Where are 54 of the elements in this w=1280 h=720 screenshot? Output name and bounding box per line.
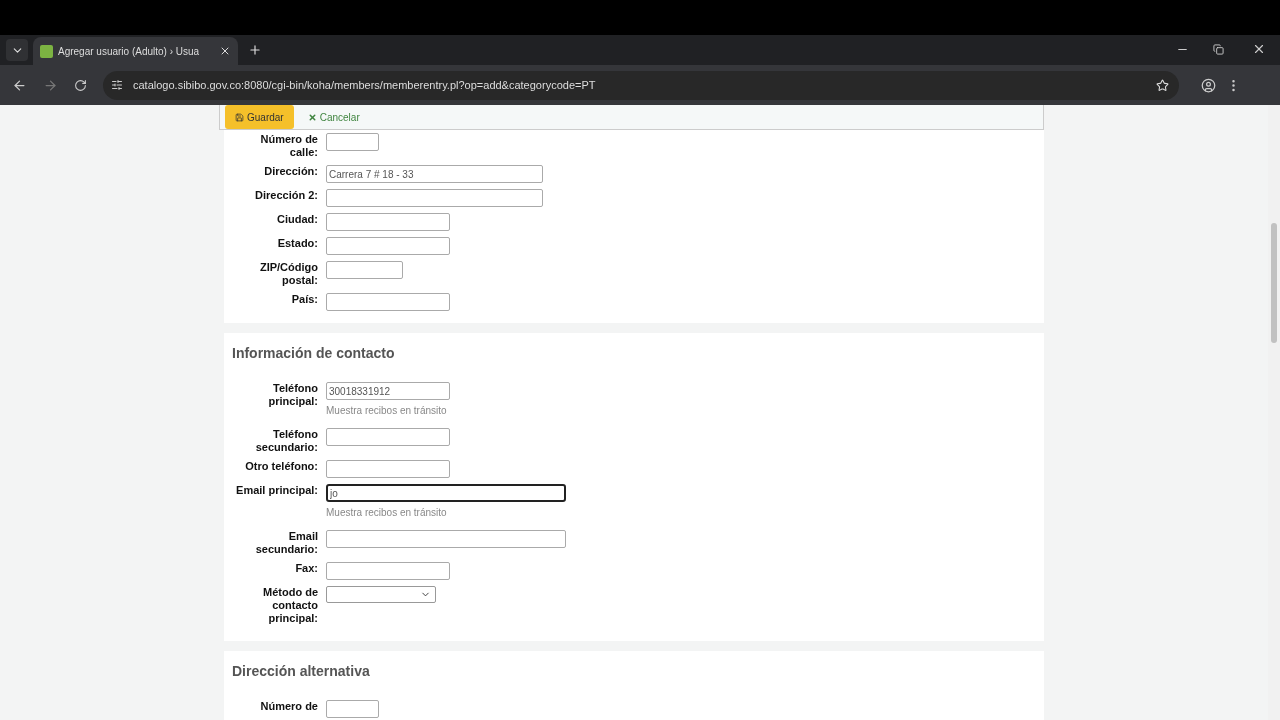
input-field[interactable]: Carrera 7 # 18 - 33 [326,165,543,183]
input-field[interactable]: jo [326,484,566,502]
field-hint: Muestra recibos en tránsito [326,506,448,520]
field-label: Número de calle: [259,133,318,159]
input-field[interactable] [326,261,403,279]
input-field[interactable]: 30018331912 [326,382,450,400]
cancel-icon [307,112,317,122]
field-label: Email principal: [236,484,318,497]
input-field[interactable] [326,700,379,718]
tab-list-button[interactable] [6,39,28,61]
profile-icon[interactable] [1201,77,1216,93]
browser-tab[interactable]: Agregar usuario (Adulto) › Usua [33,37,238,65]
close-icon[interactable] [219,45,231,57]
input-field[interactable] [326,213,450,231]
field-label: Dirección: [264,165,318,178]
field-label: Método de contacto principal: [262,586,318,625]
input-field[interactable] [326,530,566,548]
input-field[interactable] [326,562,450,580]
field-label: Estado: [277,237,318,250]
reload-icon[interactable] [74,78,87,92]
select-dropdown[interactable] [326,586,436,603]
url-text: catalogo.sibibo.gov.co:8080/cgi-bin/koha/members/memberentry.pl?op=add&categorycode=PT [133,77,597,93]
input-field[interactable] [326,189,543,207]
section-title: Dirección alternativa [232,662,371,681]
cancel-link[interactable]: Cancelar [307,109,360,125]
field-label: Dirección 2: [255,189,318,202]
input-field[interactable] [326,460,450,478]
input-field[interactable] [326,428,450,446]
bookmark-star-icon[interactable] [1156,78,1169,92]
field-label: Email secundario: [254,530,318,556]
back-icon[interactable] [12,77,27,93]
input-field[interactable] [326,133,379,151]
field-label: Teléfono secundario: [254,428,318,454]
save-icon [235,112,244,122]
field-label: Ciudad: [277,213,318,226]
field-label: Fax: [295,562,318,575]
site-settings-icon[interactable] [111,79,123,91]
field-label: País: [291,293,318,306]
field-label: ZIP/Código postal: [258,261,318,287]
field-label: Teléfono principal: [267,382,318,408]
site-logo-icon [40,44,53,58]
section-title: Información de contacto [232,344,396,363]
tab-title: Agregar usuario (Adulto) › Usua [58,44,201,59]
save-button[interactable]: Guardar [225,105,294,129]
field-label: Número de [260,700,318,713]
address-bar[interactable]: catalogo.sibibo.gov.co:8080/cgi-bin/koha/members/memberentry.pl?op=add&categorycode=PT [103,70,1179,100]
forward-icon[interactable] [43,77,58,93]
close-window-icon[interactable] [1252,42,1266,56]
restore-icon[interactable] [1213,44,1224,55]
new-tab-icon[interactable] [248,43,262,57]
field-label: Otro teléfono: [245,460,318,473]
field-hint: Muestra recibos en tránsito [326,404,448,418]
input-field[interactable] [326,293,450,311]
input-field[interactable] [326,237,450,255]
